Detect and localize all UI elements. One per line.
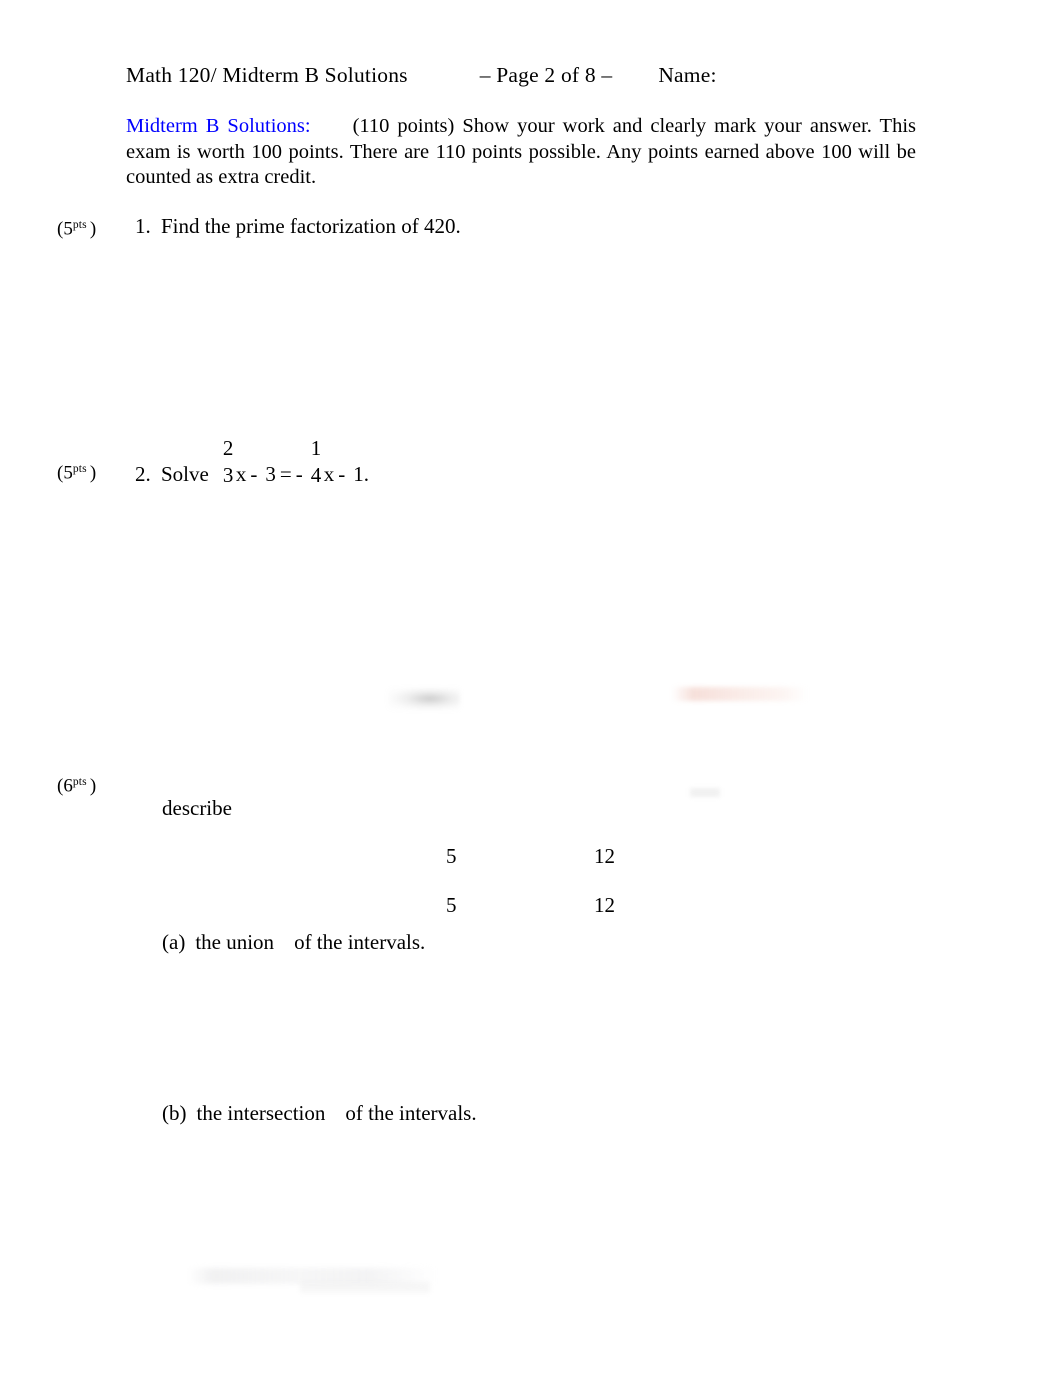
instructions-lead: Midterm B Solutions: <box>126 115 311 137</box>
header-course-title: Math 120/ Midterm B Solutions <box>126 63 408 87</box>
problem-1: 1. Find the prime factorization of 420. <box>135 213 461 239</box>
problem-2-verb: Solve <box>161 462 209 486</box>
equation-equals: = <box>279 462 292 486</box>
part-b-tail: of the intervals. <box>345 1101 477 1125</box>
fraction-numerator: 1 <box>310 436 322 460</box>
points-value: 5 <box>63 462 73 484</box>
exam-instructions: Midterm B Solutions: (110 points) Show yo… <box>126 114 916 191</box>
equation-variable-1: x <box>235 462 247 486</box>
header-page-marker: – Page 2 of 8 – <box>479 63 613 87</box>
part-a-marker: (a) <box>162 930 186 954</box>
points-close-paren: ) <box>89 775 97 797</box>
equation-constant-1: 3 <box>265 462 276 486</box>
value-row-1-col-2: 12 <box>594 844 615 868</box>
problem-2-number: 2. <box>135 462 151 486</box>
exam-page: Math 120/ Midterm B Solutions – Page 2 of… <box>0 0 1062 1376</box>
points-value: 5 <box>63 218 73 240</box>
problem-3-part-a: (a) the union of the intervals. <box>162 929 425 955</box>
points-value: 6 <box>63 775 73 797</box>
fraction-numerator: 2 <box>222 436 234 460</box>
scan-artifact-smudge-left <box>388 688 460 710</box>
part-a-operation: the union <box>195 930 275 954</box>
equation-operator-2: - <box>338 462 346 486</box>
problem-3-part-b: (b) the intersection of the intervals. <box>162 1100 477 1126</box>
problem-1-number: 1. <box>135 214 151 238</box>
part-b-operation: the intersection <box>196 1101 326 1125</box>
equation-sign-2: - <box>295 462 303 486</box>
problem-1-points: (5pts) <box>57 214 96 241</box>
points-unit: pts <box>72 219 87 231</box>
equation-constant-2: 1. <box>353 462 369 486</box>
page-header: Math 120/ Midterm B Solutions – Page 2 of… <box>126 62 717 88</box>
fraction-denominator: 4 <box>310 463 322 487</box>
problem-2-points: (5pts) <box>57 458 96 485</box>
problem-3-points: (6pts) <box>57 771 96 798</box>
value-row-1-col-1: 5 <box>446 844 457 868</box>
part-a-tail: of the intervals. <box>294 930 426 954</box>
fraction-two-thirds: 23 <box>223 438 236 486</box>
problem-1-text: Find the prime factorization of 420. <box>161 214 461 238</box>
fraction-one-fourth: 14 <box>311 438 324 486</box>
header-name-label: Name: <box>658 63 717 87</box>
value-row-2-col-2: 12 <box>594 893 615 917</box>
equation-variable-2: x <box>323 462 335 486</box>
problem-3-stem: describe <box>162 796 232 820</box>
points-unit: pts <box>72 776 87 788</box>
scan-artifact-ghost-text-bottom-2 <box>300 1282 430 1293</box>
points-close-paren: ) <box>89 218 97 240</box>
scan-artifact-faint-mark <box>690 788 720 797</box>
scan-artifact-smudge-right <box>672 687 808 701</box>
fraction-denominator: 3 <box>222 463 234 487</box>
equation-operator-1: - <box>250 462 258 486</box>
points-close-paren: ) <box>89 462 97 484</box>
points-unit: pts <box>72 463 87 475</box>
value-row-2-col-1: 5 <box>446 893 457 917</box>
scan-artifact-ghost-text-bottom <box>188 1268 436 1284</box>
part-b-marker: (b) <box>162 1101 187 1125</box>
problem-2: 2. Solve 2 3 x -3 = -1 4 x -1. <box>135 438 369 487</box>
